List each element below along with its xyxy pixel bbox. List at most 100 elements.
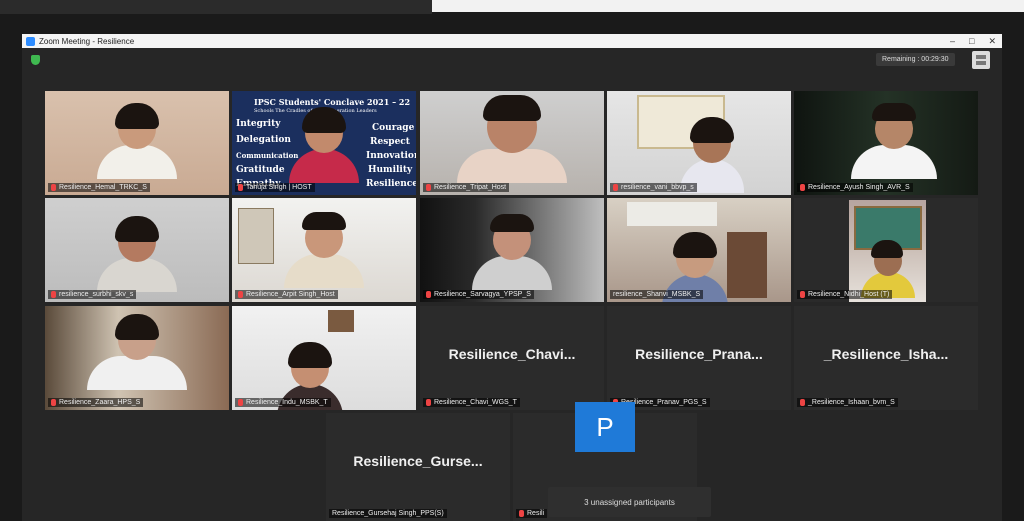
mic-muted-icon [51,291,56,298]
mic-muted-icon [51,184,56,191]
banner-word: Innovation [366,151,416,161]
participant-video [97,103,177,179]
participant-video [457,95,567,183]
background-surface [0,0,432,14]
unassigned-participants-popup[interactable]: 3 unassigned participants [548,487,711,517]
participant-name-tag: Resilience_Tripat_Host [423,183,510,192]
video-tile-camera-off[interactable]: _Resilience_Isha... _Resilience_Ishaan_b… [794,306,978,410]
video-tile[interactable]: Resilience_Arpit Singh_Host [232,198,416,302]
mic-muted-icon [800,184,805,191]
participant-video [472,214,552,290]
video-tile[interactable]: resilience_surbhi_skv_s [45,198,229,302]
participant-name: Resilience_Sarvagya_YPSP_S [434,291,531,298]
window-controls: – □ ✕ [950,34,996,48]
mic-muted-icon [519,510,524,517]
banner-word: Resilience [366,179,416,189]
participant-video [87,314,187,390]
banner-word: Gratitude [236,165,285,175]
participant-name: resilience_Shanvi_MSBK_S [613,291,701,298]
participant-name-tag: Resilience_Gursehaj Singh_PPS(S) [329,509,447,518]
participant-name: Resilience_Nidhi_Host (T) [808,291,890,298]
participant-name-tag: Resilience_Chavi_WGS_T [423,398,520,407]
banner-word: Courage [372,123,415,133]
participant-name: resilience_surbhi_skv_s [59,291,134,298]
participant-name-tag: _Resilience_Ishaan_bvm_S [797,398,898,407]
participant-name-tag: Tanuja Singh | HOST [235,183,315,192]
mic-muted-icon [238,184,243,191]
participant-name: Tanuja Singh | HOST [246,184,312,191]
participant-name: Resili [527,510,545,517]
window-title: Zoom Meeting - Resilience [39,36,135,46]
security-shield-icon[interactable] [31,55,40,65]
mic-muted-icon [426,184,431,191]
video-tile[interactable]: Resilience_Nidhi_Host (T) [794,198,978,302]
participant-name: Resilience_Chavi_WGS_T [434,399,517,406]
wall-frame [328,310,354,332]
video-tile-camera-off[interactable]: Resilience_Gurse... Resilience_Gursehaj … [326,413,510,521]
video-tile-camera-off[interactable]: Resilience_Prana... Resilience_Pranav_PG… [607,306,791,410]
participant-display-name: Resilience_Gurse... [353,453,483,469]
banner-word: Delegation [236,135,291,145]
video-tile[interactable]: IPSC Students' Conclave 2021 – 22 School… [232,91,416,195]
mic-muted-icon [800,291,805,298]
participant-name: Resilience_Zaara_HPS_S [59,399,141,406]
video-tile[interactable]: Resilience_Sarvagya_YPSP_S [420,198,604,302]
minimize-button[interactable]: – [950,36,955,46]
banner-word: Integrity [236,119,281,129]
ceiling-light [627,202,717,226]
participant-name: Resilience_Gursehaj Singh_PPS(S) [332,510,444,517]
video-tile[interactable]: Resilience_Ayush Singh_AVR_S [794,91,978,195]
mic-muted-icon [238,291,243,298]
meeting-toolbar: Remaining : 00:29:30 [22,48,1002,72]
banner-title: IPSC Students' Conclave 2021 – 22 [254,97,411,107]
participant-name-tag: Resilience_Zaara_HPS_S [48,398,144,407]
participant-name-tag: Resilience_Sarvagya_YPSP_S [423,290,534,299]
participant-name-tag: Resilience_Hemal_TRKC_S [48,183,150,192]
participant-name: Resilience_Ayush Singh_AVR_S [808,184,910,191]
background-paper [432,0,1024,12]
meeting-timer: Remaining : 00:29:30 [876,53,955,66]
participant-name-tag: Resilience_Arpit Singh_Host [235,290,338,299]
banner-word: Humility [368,165,413,175]
participant-name-tag: resilience_Shanvi_MSBK_S [610,290,704,299]
participant-video [284,212,364,288]
video-tile[interactable]: Resilience_Hemal_TRKC_S [45,91,229,195]
participant-name-tag: Resilience_Nidhi_Host (T) [797,290,893,299]
room-door [727,232,767,298]
participant-name-tag: Resili [516,509,548,518]
zoom-app-icon [26,36,35,46]
participant-name-tag: resilience_surbhi_skv_s [48,290,137,299]
video-tile[interactable]: Resilience_Zaara_HPS_S [45,306,229,410]
title-bar: Zoom Meeting - Resilience – □ ✕ [22,34,1002,48]
participant-display-name: _Resilience_Isha... [823,346,949,362]
close-button[interactable]: ✕ [988,36,996,47]
participant-name: Resilience_Hemal_TRKC_S [59,184,147,191]
video-tile[interactable]: Resilience_Indu_MSBK_T [232,306,416,410]
video-tile[interactable]: Resilience_Tripat_Host [420,91,604,195]
video-tile[interactable]: resilience_vani_bbvp_s [607,91,791,195]
participant-video [97,216,177,292]
participant-video [289,107,359,183]
mic-muted-icon [51,399,56,406]
mic-muted-icon [426,399,431,406]
maximize-button[interactable]: □ [969,36,974,46]
participant-name: resilience_vani_bbvp_s [621,184,694,191]
participant-avatar: P [575,402,635,452]
participant-name: Resilience_Tripat_Host [434,184,507,191]
mic-muted-icon [800,399,805,406]
wall-frame [238,208,274,264]
participant-name: _Resilience_Ishaan_bvm_S [808,399,895,406]
mic-muted-icon [613,184,618,191]
participant-display-name: Resilience_Prana... [635,346,763,362]
participant-name-tag: Resilience_Indu_MSBK_T [235,398,331,407]
participant-display-name: Resilience_Chavi... [448,346,576,362]
participant-name-tag: resilience_vani_bbvp_s [610,183,697,192]
participant-video [851,103,937,179]
mic-muted-icon [238,399,243,406]
video-tile-active-speaker[interactable]: resilience_Shanvi_MSBK_S [607,198,791,302]
participant-name: Resilience_Arpit Singh_Host [246,291,335,298]
video-tile-camera-off[interactable]: Resilience_Chavi... Resilience_Chavi_WGS… [420,306,604,410]
gallery-view-icon[interactable] [972,51,990,69]
mic-muted-icon [426,291,431,298]
participant-name: Resilience_Indu_MSBK_T [246,399,328,406]
